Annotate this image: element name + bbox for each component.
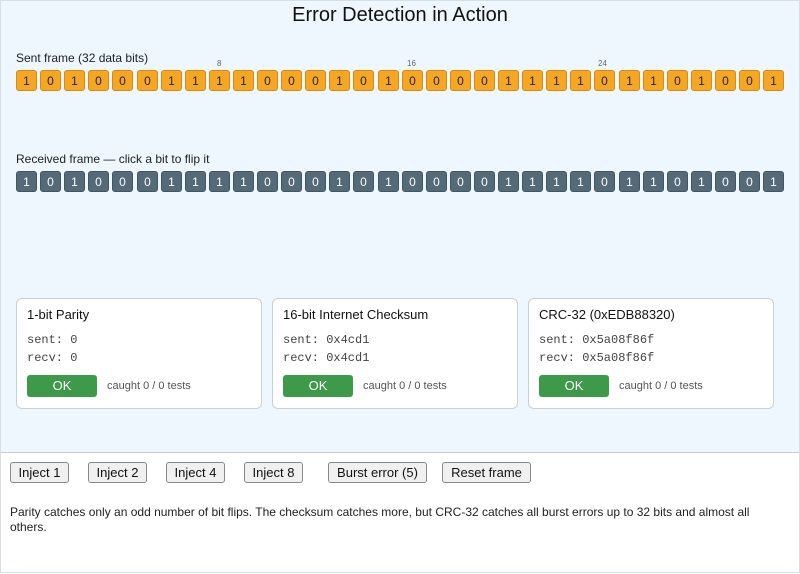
caught-count: caught 0 / 0 tests xyxy=(619,380,703,392)
explanation-text: Parity catches only an odd number of bit… xyxy=(10,505,750,534)
received-bit-10[interactable]: 1 xyxy=(233,171,254,192)
sent-bit-30: 0 xyxy=(715,70,736,91)
received-bit-28[interactable]: 0 xyxy=(667,171,688,192)
received-bit-15[interactable]: 0 xyxy=(353,171,374,192)
parity-card: 1-bit Parity sent: 0 recv: 0 OK caught 0… xyxy=(16,298,262,409)
sent-bit-9: 1 xyxy=(209,70,230,91)
received-bit-4[interactable]: 0 xyxy=(88,171,109,192)
sent-bit-28: 0 xyxy=(667,70,688,91)
sent-bit-21: 1 xyxy=(498,70,519,91)
sent-bit-11: 0 xyxy=(257,70,278,91)
status-badge: OK xyxy=(539,375,609,397)
sent-bit-13: 0 xyxy=(305,70,326,91)
sent-frame-label: Sent frame (32 data bits) xyxy=(16,51,149,65)
tick-label: 24 xyxy=(598,59,607,68)
received-bit-25[interactable]: 0 xyxy=(594,171,615,192)
status-badge: OK xyxy=(283,375,353,397)
sent-bit-4: 0 xyxy=(88,70,109,91)
sent-bit-14: 1 xyxy=(329,70,350,91)
received-bit-7[interactable]: 1 xyxy=(161,171,182,192)
inject-2-button[interactable]: Inject 2 xyxy=(88,462,147,483)
sent-value: sent: 0x5a08f86f xyxy=(539,333,655,347)
received-bit-32[interactable]: 1 xyxy=(763,171,784,192)
received-bit-29[interactable]: 1 xyxy=(691,171,712,192)
reset-frame-button[interactable]: Reset frame xyxy=(442,462,531,483)
sent-bit-7: 1 xyxy=(161,70,182,91)
received-bit-14[interactable]: 1 xyxy=(329,171,350,192)
sent-bit-3: 1 xyxy=(64,70,85,91)
received-bit-19[interactable]: 0 xyxy=(450,171,471,192)
status-badge: OK xyxy=(27,375,97,397)
card-title: CRC-32 (0xEDB88320) xyxy=(539,307,675,322)
sent-bit-32: 1 xyxy=(763,70,784,91)
caught-count: caught 0 / 0 tests xyxy=(107,380,191,392)
recv-value: recv: 0 xyxy=(27,351,78,365)
received-bit-9[interactable]: 1 xyxy=(209,171,230,192)
card-title: 1-bit Parity xyxy=(27,307,90,322)
inject-4-button[interactable]: Inject 4 xyxy=(166,462,225,483)
burst-error-button[interactable]: Burst error (5) xyxy=(328,462,427,483)
sent-bit-20: 0 xyxy=(474,70,495,91)
sent-bit-12: 0 xyxy=(281,70,302,91)
sent-bit-6: 0 xyxy=(137,70,158,91)
sent-bit-24: 1 xyxy=(570,70,591,91)
inject-1-button[interactable]: Inject 1 xyxy=(10,462,69,483)
received-bit-16[interactable]: 1 xyxy=(378,171,399,192)
sent-bit-17: 0 xyxy=(402,70,423,91)
received-bit-1[interactable]: 1 xyxy=(16,171,37,192)
received-bit-17[interactable]: 0 xyxy=(402,171,423,192)
sent-bit-2: 0 xyxy=(40,70,61,91)
received-bit-5[interactable]: 0 xyxy=(112,171,133,192)
received-bit-23[interactable]: 1 xyxy=(546,171,567,192)
received-bit-18[interactable]: 0 xyxy=(426,171,447,192)
sent-value: sent: 0x4cd1 xyxy=(283,333,370,347)
received-bit-11[interactable]: 0 xyxy=(257,171,278,192)
received-bit-12[interactable]: 0 xyxy=(281,171,302,192)
card-title: 16-bit Internet Checksum xyxy=(283,307,429,322)
inject-8-button[interactable]: Inject 8 xyxy=(244,462,303,483)
page-title: Error Detection in Action xyxy=(292,4,508,26)
tick-label: 8 xyxy=(217,59,222,68)
sent-bit-16: 1 xyxy=(378,70,399,91)
received-bit-21[interactable]: 1 xyxy=(498,171,519,192)
received-bit-22[interactable]: 1 xyxy=(522,171,543,192)
received-bit-13[interactable]: 0 xyxy=(305,171,326,192)
sent-bit-31: 0 xyxy=(739,70,760,91)
sent-bit-15: 0 xyxy=(353,70,374,91)
received-bit-8[interactable]: 1 xyxy=(185,171,206,192)
sent-bit-26: 1 xyxy=(619,70,640,91)
received-bit-6[interactable]: 0 xyxy=(137,171,158,192)
received-bit-30[interactable]: 0 xyxy=(715,171,736,192)
recv-value: recv: 0x5a08f86f xyxy=(539,351,655,365)
received-bit-31[interactable]: 0 xyxy=(739,171,760,192)
received-bit-24[interactable]: 1 xyxy=(570,171,591,192)
received-bit-2[interactable]: 0 xyxy=(40,171,61,192)
tick-label: 16 xyxy=(407,59,416,68)
received-bit-26[interactable]: 1 xyxy=(619,171,640,192)
checksum-card: 16-bit Internet Checksum sent: 0x4cd1 re… xyxy=(272,298,518,409)
sent-bit-18: 0 xyxy=(426,70,447,91)
sent-bit-1: 1 xyxy=(16,70,37,91)
sent-value: sent: 0 xyxy=(27,333,78,347)
received-bit-27[interactable]: 1 xyxy=(643,171,664,192)
received-frame-label: Received frame — click a bit to flip it xyxy=(16,152,210,166)
received-bit-20[interactable]: 0 xyxy=(474,171,495,192)
sent-bit-10: 1 xyxy=(233,70,254,91)
crc32-card: CRC-32 (0xEDB88320) sent: 0x5a08f86f rec… xyxy=(528,298,774,409)
sent-bit-5: 0 xyxy=(112,70,133,91)
caught-count: caught 0 / 0 tests xyxy=(363,380,447,392)
sent-bit-27: 1 xyxy=(643,70,664,91)
sent-bit-8: 1 xyxy=(185,70,206,91)
recv-value: recv: 0x4cd1 xyxy=(283,351,370,365)
sent-bit-23: 1 xyxy=(546,70,567,91)
sent-bit-22: 1 xyxy=(522,70,543,91)
sent-bit-29: 1 xyxy=(691,70,712,91)
sent-bit-25: 0 xyxy=(594,70,615,91)
sent-bit-19: 0 xyxy=(450,70,471,91)
received-bit-3[interactable]: 1 xyxy=(64,171,85,192)
